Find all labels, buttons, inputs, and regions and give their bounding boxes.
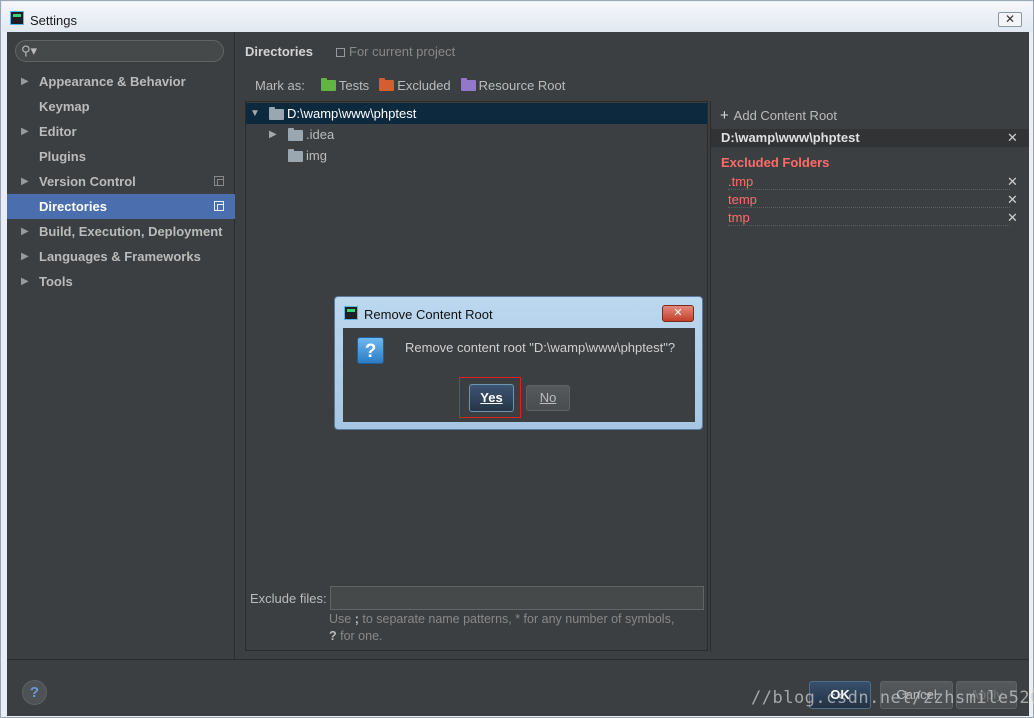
- window-close-button[interactable]: ✕: [998, 12, 1022, 27]
- project-scope-icon: [336, 48, 345, 57]
- no-button[interactable]: No: [526, 385, 570, 411]
- sidebar-item-directories[interactable]: Directories: [7, 194, 235, 219]
- sidebar-item-label: Keymap: [39, 99, 90, 114]
- help-button[interactable]: ?: [22, 680, 47, 705]
- expand-arrow-icon[interactable]: ▶: [21, 244, 29, 269]
- exclude-files-hint: Use ; to separate name patterns, * for a…: [329, 611, 719, 645]
- excluded-folder-name: .tmp: [728, 174, 754, 189]
- resource-folder-icon: [460, 78, 476, 91]
- expand-arrow-icon[interactable]: ▶: [21, 119, 29, 144]
- mark-tests-label: Tests: [338, 78, 370, 93]
- mark-excluded-button[interactable]: Excluded: [379, 78, 451, 93]
- sidebar-item-label: Appearance & Behavior: [39, 74, 186, 89]
- hint-text: for one.: [336, 629, 383, 643]
- sidebar-item-label: Plugins: [39, 149, 86, 164]
- exclude-files-label: Exclude files:: [250, 591, 327, 606]
- collapse-arrow-icon[interactable]: ▼: [250, 103, 260, 124]
- expand-arrow-icon[interactable]: ▶: [21, 169, 29, 194]
- remove-content-root-icon[interactable]: ✕: [1007, 131, 1018, 145]
- sidebar-item-tools[interactable]: ▶ Tools: [7, 269, 235, 294]
- add-content-root-button[interactable]: + Add Content Root: [720, 107, 837, 124]
- watermark: //blog.csdn.net/zzhsmile520: [751, 688, 1034, 708]
- search-input[interactable]: ⚲▾: [15, 40, 224, 62]
- project-scope-note: For current project: [336, 44, 455, 59]
- sidebar-item-label: Languages & Frameworks: [39, 249, 201, 264]
- sidebar-item-editor[interactable]: ▶ Editor: [7, 119, 235, 144]
- tree-row-label: D:\wamp\www\phptest: [287, 106, 417, 121]
- mark-resource-root-button[interactable]: Resource Root: [460, 78, 566, 93]
- expand-arrow-icon[interactable]: ▶: [21, 219, 29, 244]
- content-root-header: D:\wamp\www\phptest ✕: [711, 129, 1029, 147]
- question-icon: ?: [357, 337, 384, 364]
- tree-row-label: .idea: [306, 127, 335, 142]
- dialog-close-button[interactable]: ✕: [662, 305, 694, 322]
- hint-text: Use: [329, 612, 355, 626]
- mark-as-toolbar: Mark as: Tests Excluded Resource Root: [255, 78, 575, 93]
- sidebar-item-label: Version Control: [39, 174, 136, 189]
- scope-label: For current project: [349, 44, 456, 59]
- content-root-panel: + Add Content Root D:\wamp\www\phptest ✕…: [710, 101, 1029, 651]
- expand-arrow-icon[interactable]: ▶: [21, 269, 29, 294]
- dialog-message: Remove content root "D:\wamp\www\phptest…: [405, 340, 676, 355]
- folder-icon: [288, 128, 303, 141]
- dialog-button-bar: ? OK Cancel Apply //blog.csdn.net/zzhsmi…: [7, 659, 1034, 716]
- mark-resource-root-label: Resource Root: [478, 78, 566, 93]
- plus-icon: +: [720, 107, 729, 124]
- page-title: Directories: [245, 44, 313, 59]
- remove-excluded-icon[interactable]: ✕: [1007, 175, 1018, 189]
- dialog-body: ? Remove content root "D:\wamp\www\phpte…: [343, 328, 695, 422]
- tree-row-img[interactable]: img: [246, 145, 707, 166]
- excluded-folder-row: temp ✕: [728, 192, 1018, 208]
- mark-excluded-label: Excluded: [397, 78, 451, 93]
- project-scope-icon: [214, 201, 224, 211]
- expand-arrow-icon[interactable]: ▶: [21, 69, 29, 94]
- tree-row-label: img: [306, 148, 327, 163]
- sidebar-item-label: Directories: [39, 199, 107, 214]
- sidebar-item-build-execution-deployment[interactable]: ▶ Build, Execution, Deployment: [7, 219, 235, 244]
- window-title: Settings: [30, 13, 77, 28]
- hint-text: to separate name patterns, * for any num…: [358, 612, 675, 626]
- search-icon: ⚲▾: [21, 43, 38, 58]
- content-root-path: D:\wamp\www\phptest: [721, 130, 860, 145]
- hint-question: ?: [329, 629, 337, 643]
- sidebar-item-version-control[interactable]: ▶ Version Control: [7, 169, 235, 194]
- sidebar-item-label: Tools: [39, 274, 73, 289]
- excluded-folder-row: tmp ✕: [728, 210, 1018, 226]
- app-icon: [344, 306, 358, 320]
- title-bar: Settings ✕: [2, 2, 1033, 32]
- remove-content-root-dialog: Remove Content Root ✕ ? Remove content r…: [334, 296, 703, 430]
- expand-arrow-icon[interactable]: ▶: [269, 124, 277, 145]
- sidebar-item-plugins[interactable]: Plugins: [7, 144, 235, 169]
- mark-as-label: Mark as:: [255, 78, 305, 93]
- project-scope-icon: [214, 176, 224, 186]
- sidebar-item-keymap[interactable]: Keymap: [7, 94, 235, 119]
- excluded-folder-name: tmp: [728, 210, 750, 225]
- folder-icon: [269, 107, 284, 120]
- add-content-root-label: Add Content Root: [733, 108, 838, 123]
- excluded-folder-name: temp: [728, 192, 757, 207]
- mark-tests-button[interactable]: Tests: [320, 78, 370, 93]
- settings-nav: ▶ Appearance & Behavior Keymap ▶ Editor …: [7, 69, 235, 294]
- sidebar-item-label: Editor: [39, 124, 77, 139]
- tree-row-content-root[interactable]: ▼ D:\wamp\www\phptest: [246, 103, 707, 124]
- sidebar-item-languages-frameworks[interactable]: ▶ Languages & Frameworks: [7, 244, 235, 269]
- sidebar-item-label: Build, Execution, Deployment: [39, 224, 223, 239]
- excluded-folder-row: .tmp ✕: [728, 174, 1018, 190]
- exclude-files-input[interactable]: [330, 586, 704, 610]
- excluded-folder-icon: [379, 78, 395, 91]
- dialog-title: Remove Content Root: [364, 307, 493, 322]
- yes-button[interactable]: Yes: [469, 384, 514, 412]
- remove-excluded-icon[interactable]: ✕: [1007, 193, 1018, 207]
- remove-excluded-icon[interactable]: ✕: [1007, 211, 1018, 225]
- sidebar-item-appearance-behavior[interactable]: ▶ Appearance & Behavior: [7, 69, 235, 94]
- folder-icon: [288, 149, 303, 162]
- tree-row-idea[interactable]: ▶ .idea: [246, 124, 707, 145]
- excluded-folders-title: Excluded Folders: [721, 155, 830, 170]
- app-icon: [10, 11, 24, 25]
- sidebar: ⚲▾ ▶ Appearance & Behavior Keymap ▶ Edit…: [7, 32, 235, 659]
- tests-folder-icon: [320, 78, 336, 91]
